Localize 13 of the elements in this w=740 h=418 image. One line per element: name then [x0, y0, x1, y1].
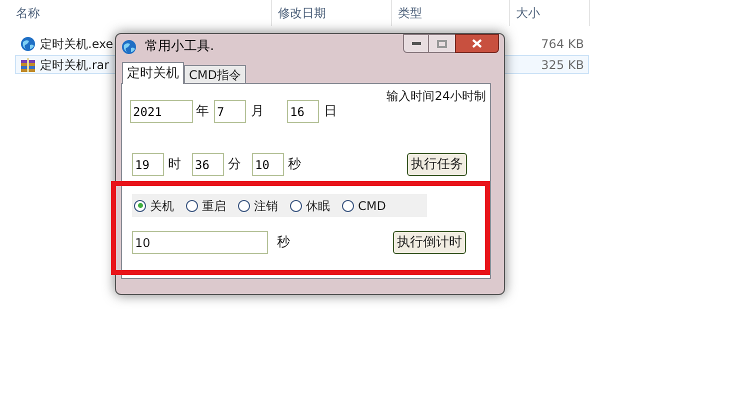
unit-label: 年: [196, 102, 209, 121]
file-size: 764 KB: [541, 36, 584, 52]
hint-text: 输入时间24小时制: [386, 88, 486, 105]
unit-label: 分: [228, 156, 241, 174]
window-title: 常用小工具.: [145, 38, 214, 56]
unit-label: 秒: [277, 234, 290, 252]
unit-label: 秒: [288, 156, 301, 174]
file-name: 定时关机.rar: [40, 56, 110, 74]
unit-label: 日: [324, 102, 337, 121]
unit-label: 时: [168, 156, 181, 174]
file-name: 定时关机.exe: [40, 36, 114, 52]
file-size: 325 KB: [541, 56, 584, 74]
unit-label: 月: [251, 102, 264, 121]
